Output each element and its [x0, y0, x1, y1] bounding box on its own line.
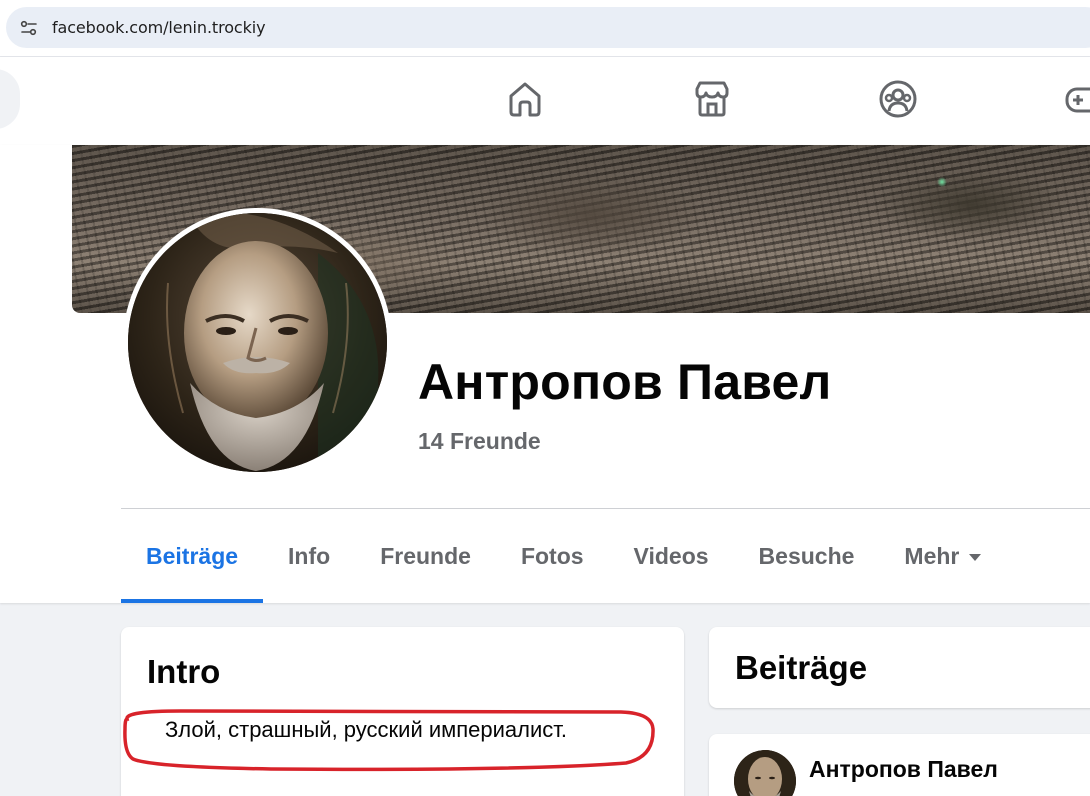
top-navigation — [0, 57, 1090, 145]
profile-portrait-image — [128, 213, 387, 472]
cover-light-spot — [937, 177, 947, 187]
profile-picture[interactable] — [128, 213, 387, 472]
tab-freunde[interactable]: Freunde — [355, 509, 496, 603]
tab-label: Besuche — [758, 542, 855, 569]
profile-header: Антропов Павел 14 Freunde Beiträge Info … — [0, 145, 1090, 603]
tab-label: Mehr — [904, 542, 960, 569]
tab-label: Info — [288, 542, 331, 569]
intro-bio: Злой, страшный, русский империалист. — [165, 717, 568, 742]
tab-label: Fotos — [520, 542, 584, 569]
address-bar[interactable]: facebook.com/lenin.trockiy — [6, 7, 1090, 48]
url-text[interactable]: facebook.com/lenin.trockiy — [52, 18, 266, 37]
home-icon[interactable] — [505, 79, 545, 119]
tab-beitraege[interactable]: Beiträge — [121, 509, 264, 603]
marketplace-icon[interactable] — [692, 79, 732, 119]
search-button[interactable] — [0, 69, 20, 129]
tab-label: Beiträge — [146, 542, 239, 569]
intro-title: Intro — [147, 653, 221, 690]
tab-besuche[interactable]: Besuche — [734, 509, 880, 603]
post-author-name[interactable]: Антропов Павел — [809, 756, 998, 783]
tab-info[interactable]: Info — [263, 509, 355, 603]
friends-count-link[interactable]: 14 Freunde — [418, 428, 541, 455]
intro-card: Intro Злой, страшный, русский империалис… — [121, 627, 684, 796]
tab-label: Freunde — [380, 542, 471, 569]
caret-down-icon — [969, 553, 982, 561]
site-settings-icon[interactable] — [20, 19, 38, 37]
browser-toolbar: facebook.com/lenin.trockiy — [0, 0, 1090, 57]
post-card: Антропов Павел — [709, 734, 1090, 796]
gaming-icon[interactable] — [1064, 79, 1090, 119]
author-portrait-image — [734, 750, 796, 796]
tab-label: Videos — [633, 542, 709, 569]
groups-icon[interactable] — [878, 79, 918, 119]
profile-name: Антропов Павел — [418, 354, 832, 410]
tab-fotos[interactable]: Fotos — [496, 509, 609, 603]
tab-mehr[interactable]: Mehr — [879, 509, 1006, 603]
profile-picture-frame[interactable] — [123, 208, 392, 477]
profile-tabs: Beiträge Info Freunde Fotos Videos Besuc… — [121, 509, 1006, 603]
posts-header-card: Beiträge — [709, 627, 1090, 708]
post-author-avatar[interactable] — [734, 750, 796, 796]
posts-title: Beiträge — [735, 649, 868, 686]
tab-videos[interactable]: Videos — [609, 509, 734, 603]
